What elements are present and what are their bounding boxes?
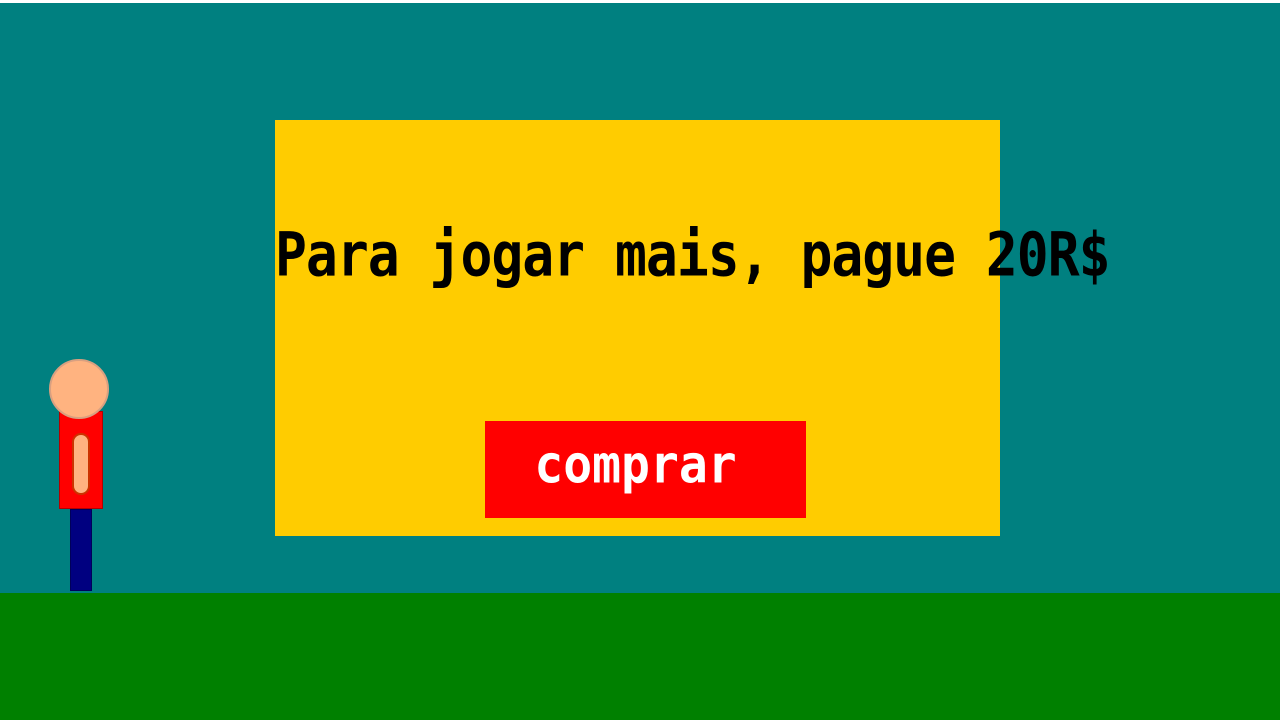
ground	[0, 593, 1280, 720]
player-arm	[72, 433, 90, 495]
game-stage: Para jogar mais, pague 20R$ comprar	[0, 3, 1280, 720]
player-legs	[70, 509, 92, 591]
player-torso	[59, 411, 103, 509]
buy-button-label: comprar	[534, 434, 737, 496]
player-head	[49, 359, 109, 419]
buy-button[interactable]: comprar	[485, 421, 806, 518]
player-character	[48, 359, 114, 591]
paywall-panel: Para jogar mais, pague 20R$ comprar	[275, 120, 1111, 536]
paywall-message: Para jogar mais, pague 20R$	[275, 220, 1111, 291]
